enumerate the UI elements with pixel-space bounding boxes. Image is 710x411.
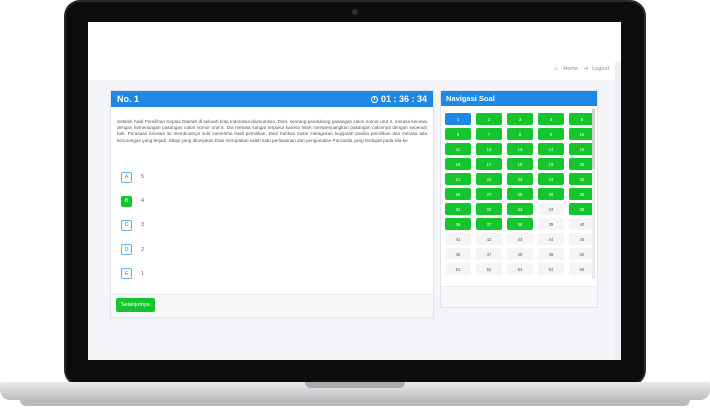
option-letter[interactable]: A bbox=[121, 171, 132, 183]
question-nav-button[interactable]: 38 bbox=[507, 218, 533, 230]
question-nav-button[interactable]: 31 bbox=[445, 203, 471, 215]
timer-value: 01 : 36 : 34 bbox=[380, 94, 427, 104]
question-nav-button[interactable]: 34 bbox=[538, 203, 564, 215]
question-nav-button[interactable]: 54 bbox=[538, 263, 564, 275]
question-nav-button[interactable]: 42 bbox=[476, 233, 502, 245]
answer-options: A5B4C3D2E1 bbox=[121, 171, 144, 292]
question-nav-button[interactable]: 46 bbox=[445, 248, 471, 260]
home-label: Home bbox=[563, 66, 579, 72]
question-nav-button[interactable]: 36 bbox=[445, 218, 471, 230]
option-d[interactable]: D2 bbox=[121, 244, 144, 256]
laptop-shadow bbox=[20, 400, 690, 406]
question-nav-button[interactable]: 1 bbox=[445, 113, 471, 125]
question-grid: 1 2 3 4 5 6 7 8 9 10 11 12 13 14 15 16 17 18 19 20 21 22 23 24 2… bbox=[445, 113, 595, 275]
question-nav-button[interactable]: 3 bbox=[507, 113, 533, 125]
page-scrollbar[interactable] bbox=[615, 62, 621, 360]
question-nav-button[interactable]: 52 bbox=[476, 263, 502, 275]
question-text: Setelah hasil Pemilihan Kepala Daerah di… bbox=[117, 119, 427, 143]
question-nav-button[interactable]: 32 bbox=[476, 203, 502, 215]
nav-scrollbar-thumb[interactable] bbox=[592, 109, 595, 169]
question-nav-button[interactable]: 33 bbox=[507, 203, 533, 215]
question-nav-button[interactable]: 53 bbox=[507, 263, 533, 275]
question-nav-button[interactable]: 8 bbox=[507, 128, 533, 140]
question-nav-button[interactable]: 49 bbox=[538, 248, 564, 260]
option-b[interactable]: B4 bbox=[121, 195, 144, 207]
next-button[interactable]: Selanjutnya bbox=[116, 298, 155, 312]
question-number: No. 1 bbox=[117, 94, 140, 104]
question-nav-button[interactable]: 51 bbox=[445, 263, 471, 275]
top-nav: ⌂ Home ⇥ Logout bbox=[551, 66, 610, 72]
logout-label: Logout bbox=[592, 66, 609, 72]
clock-icon bbox=[370, 95, 378, 103]
question-nav-button[interactable]: 11 bbox=[445, 143, 471, 155]
webcam bbox=[352, 9, 358, 15]
question-nav-button[interactable]: 13 bbox=[507, 143, 533, 155]
option-letter[interactable]: B bbox=[121, 195, 132, 207]
question-nav-button[interactable]: 7 bbox=[476, 128, 502, 140]
question-panel: No. 1 01 : 36 : 34 Setelah hasil Pemilih… bbox=[110, 90, 434, 318]
question-nav-button[interactable]: 44 bbox=[538, 233, 564, 245]
logout-link[interactable]: ⇥ Logout bbox=[584, 66, 609, 72]
question-nav-button[interactable]: 28 bbox=[507, 188, 533, 200]
question-header: No. 1 01 : 36 : 34 bbox=[111, 91, 433, 107]
question-nav-button[interactable]: 43 bbox=[507, 233, 533, 245]
laptop-notch bbox=[305, 382, 405, 388]
option-letter[interactable]: D bbox=[121, 244, 132, 256]
navigation-panel: Navigasi Soal 1 2 3 4 5 6 7 8 9 10 11 12 13 14 15 16 17 1… bbox=[440, 90, 598, 308]
question-nav-button[interactable]: 23 bbox=[507, 173, 533, 185]
option-text: 5 bbox=[141, 174, 145, 180]
option-letter[interactable]: C bbox=[121, 219, 132, 231]
screen: ⌂ Home ⇥ Logout No. 1 01 : 36 : 34 Setela… bbox=[88, 22, 621, 360]
timer: 01 : 36 : 34 bbox=[370, 94, 427, 104]
option-letter[interactable]: E bbox=[121, 268, 132, 280]
question-nav-button[interactable]: 16 bbox=[445, 158, 471, 170]
question-nav-button[interactable]: 47 bbox=[476, 248, 502, 260]
question-nav-button[interactable]: 21 bbox=[445, 173, 471, 185]
question-nav-button[interactable]: 27 bbox=[476, 188, 502, 200]
question-nav-button[interactable]: 14 bbox=[538, 143, 564, 155]
option-text: 3 bbox=[141, 222, 145, 229]
option-e[interactable]: E1 bbox=[121, 268, 144, 280]
question-nav-button[interactable]: 19 bbox=[538, 158, 564, 170]
question-nav-button[interactable]: 17 bbox=[476, 158, 502, 170]
option-text: 4 bbox=[141, 198, 145, 205]
navigation-title: Navigasi Soal bbox=[441, 91, 597, 106]
option-c[interactable]: C3 bbox=[121, 219, 144, 231]
question-nav-button[interactable]: 12 bbox=[476, 143, 502, 155]
question-nav-button[interactable]: 18 bbox=[507, 158, 533, 170]
question-nav-button[interactable]: 39 bbox=[538, 218, 564, 230]
option-text: 2 bbox=[141, 246, 145, 253]
question-nav-button[interactable]: 41 bbox=[445, 233, 471, 245]
question-nav-button[interactable]: 6 bbox=[445, 128, 471, 140]
question-nav-button[interactable]: 9 bbox=[538, 128, 564, 140]
question-nav-button[interactable]: 26 bbox=[445, 188, 471, 200]
question-nav-button[interactable]: 37 bbox=[476, 218, 502, 230]
question-nav-button[interactable]: 2 bbox=[476, 113, 502, 125]
question-nav-button[interactable]: 48 bbox=[507, 248, 533, 260]
option-text: 1 bbox=[141, 270, 145, 277]
navigation-footer bbox=[441, 286, 597, 307]
question-nav-button[interactable]: 22 bbox=[476, 173, 502, 185]
question-footer: Selanjutnya bbox=[111, 294, 433, 317]
option-a[interactable]: A5 bbox=[121, 171, 144, 183]
question-nav-button[interactable]: 24 bbox=[538, 173, 564, 185]
question-nav-button[interactable]: 29 bbox=[538, 188, 564, 200]
home-link[interactable]: ⌂ Home bbox=[555, 66, 579, 72]
question-nav-button[interactable]: 4 bbox=[538, 113, 564, 125]
